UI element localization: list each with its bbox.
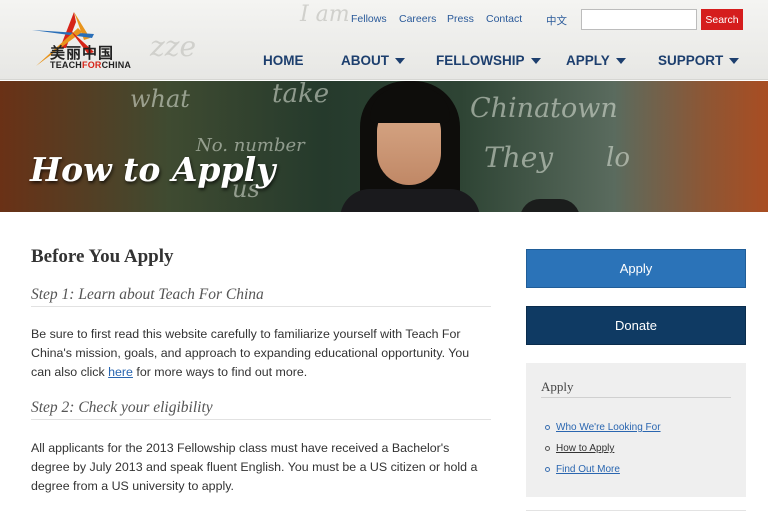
util-link-contact[interactable]: Contact: [486, 13, 522, 25]
section-heading: Before You Apply: [31, 246, 174, 267]
search-button[interactable]: Search: [701, 9, 743, 30]
student-shirt: [340, 189, 480, 212]
chevron-down-icon: [729, 57, 740, 64]
step2-heading: Step 2: Check your eligibility: [31, 399, 213, 416]
util-link-fellows[interactable]: Fellows: [351, 13, 387, 25]
divider: [31, 419, 491, 420]
nav-about[interactable]: ABOUT: [341, 53, 405, 68]
step1-paragraph: Be sure to first read this website caref…: [31, 327, 470, 379]
bullet-icon: [545, 425, 550, 430]
subnav-link-find-out-more[interactable]: Find Out More: [556, 464, 620, 475]
search-input[interactable]: [581, 9, 697, 30]
chevron-down-icon: [530, 57, 541, 64]
chalkboard-text: what: [130, 85, 190, 113]
nav-apply[interactable]: APPLY: [566, 53, 626, 68]
subnav-link-who-were-looking-for[interactable]: Who We're Looking For: [556, 422, 661, 433]
step1-heading: Step 1: Learn about Teach For China: [31, 286, 264, 303]
subnav-link-how-to-apply[interactable]: How to Apply: [556, 443, 614, 454]
bullet-icon: [545, 446, 550, 451]
chevron-down-icon: [395, 57, 405, 64]
step2-paragraph: All applicants for the 2013 Fellowship c…: [31, 441, 478, 493]
util-link-chinese[interactable]: 中文: [546, 13, 567, 28]
nav-home[interactable]: HOME: [263, 53, 304, 68]
divider: [31, 306, 491, 307]
site-header: zze I am 美丽中国 TEACHFORCHINA Fellows Care…: [0, 0, 768, 80]
nav-support[interactable]: SUPPORT: [658, 53, 740, 68]
apply-button[interactable]: Apply: [526, 249, 746, 288]
here-link[interactable]: here: [108, 365, 133, 379]
logo-english-name: TEACHFORCHINA: [50, 60, 132, 70]
header-chalk-bg: I am: [300, 2, 350, 27]
nav-fellowship[interactable]: FELLOWSHIP: [436, 53, 541, 68]
chalkboard-text: Chinatown: [470, 93, 618, 124]
bullet-icon: [545, 467, 550, 472]
util-link-careers[interactable]: Careers: [399, 13, 436, 25]
donate-button[interactable]: Donate: [526, 306, 746, 345]
chalkboard-text: They: [484, 141, 554, 174]
chevron-down-icon: [615, 57, 626, 64]
background-student: [520, 199, 580, 212]
header-chalk-bg: zze: [150, 30, 197, 63]
divider: [541, 397, 731, 398]
util-link-press[interactable]: Press: [447, 13, 474, 25]
page-title: How to Apply: [30, 150, 276, 189]
subnav-title: Apply: [541, 379, 574, 394]
divider: [526, 510, 746, 511]
hero-banner: take what No. number Chinatown They lo u…: [0, 81, 768, 212]
chalkboard-text: lo: [606, 143, 630, 173]
chalkboard-text: take: [272, 81, 330, 109]
